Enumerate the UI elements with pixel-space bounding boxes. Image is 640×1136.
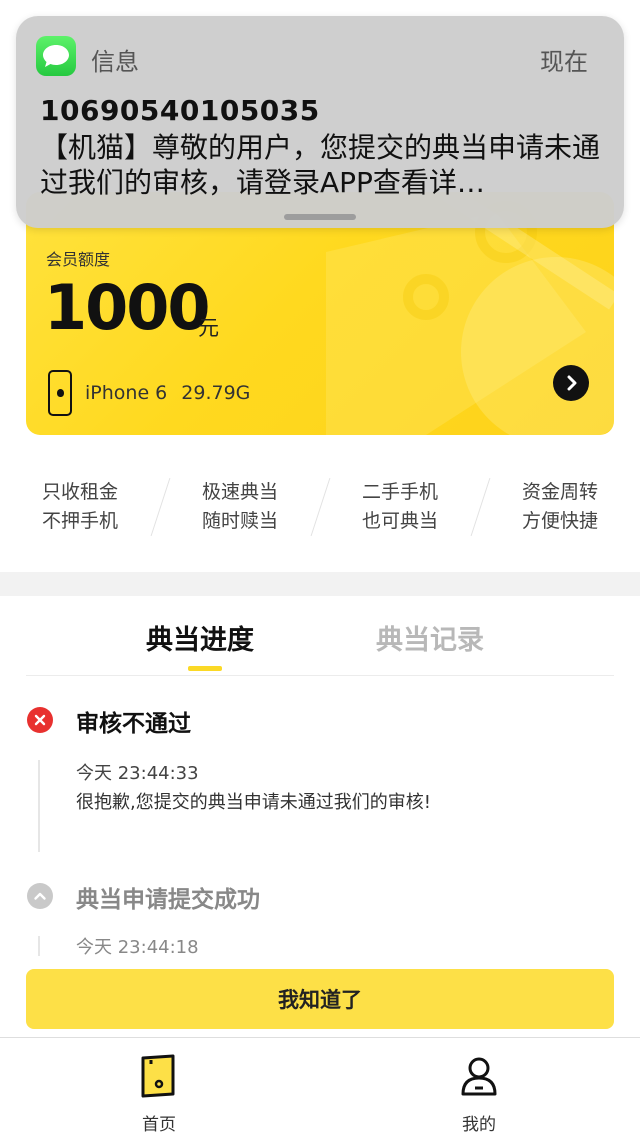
member-credit-card[interactable]: 会员额度 1000 元 iPhone 6 29.79G [26, 192, 614, 435]
feature-item: 资金周转 方便快捷 [480, 478, 640, 536]
credit-unit: 元 [198, 316, 219, 340]
messages-app-icon [36, 36, 76, 76]
feature-item: 极速典当 随时赎当 [160, 478, 320, 536]
active-tab-indicator [188, 666, 222, 671]
acknowledge-button[interactable]: 我知道了 [26, 969, 614, 1029]
feature-line1: 只收租金 [41, 481, 118, 503]
timeline-line [38, 760, 40, 852]
phone-icon [48, 370, 72, 416]
notification-body: 【机猫】尊敬的用户，您提交的典当申请未通过我们的审核，请登录APP查看详… [40, 131, 601, 199]
feature-list: 只收租金 不押手机 极速典当 随时赎当 二手手机 也可典当 资金周转 方便快捷 [0, 470, 640, 540]
tab-pawn-records[interactable]: 典当记录 [376, 618, 484, 657]
feature-line2: 也可典当 [361, 510, 438, 532]
feature-line1: 极速典当 [201, 481, 278, 503]
notification-sender: 10690540105035 [40, 94, 320, 127]
card-arrow-button[interactable] [553, 365, 589, 401]
chevron-right-icon [567, 375, 577, 391]
sms-notification-banner[interactable]: 信息 现在 10690540105035 【机猫】尊敬的用户，您提交的典当申请未… [16, 16, 624, 228]
device-model: iPhone 6 [85, 382, 168, 404]
bottom-nav: 首页 我的 [0, 1037, 640, 1136]
feature-item: 只收租金 不押手机 [0, 478, 160, 536]
device-info: iPhone 6 29.79G [85, 382, 250, 404]
nav-item-mine[interactable]: 我的 [419, 1038, 539, 1136]
notification-time: 现在 [540, 48, 588, 76]
feature-line1: 资金周转 [521, 481, 598, 503]
tab-pawn-progress[interactable]: 典当进度 [146, 618, 254, 657]
status-title-rejected: 审核不通过 [76, 711, 191, 737]
status-time: 今天 23:44:18 [76, 937, 199, 958]
page: 会员额度 1000 元 iPhone 6 29.79G 只收租金 不押手机 极速典… [0, 0, 640, 1136]
credit-amount: 1000 [44, 271, 211, 344]
chevron-up-icon [27, 883, 53, 909]
credit-label: 会员额度 [46, 250, 111, 269]
status-title-submitted: 典当申请提交成功 [76, 887, 260, 913]
timeline-line [38, 936, 40, 956]
section-separator [0, 572, 640, 596]
status-time: 今天 23:44:33 [76, 763, 199, 784]
feature-line2: 方便快捷 [521, 510, 598, 532]
tab-divider [26, 675, 614, 676]
nav-item-home[interactable]: 首页 [99, 1038, 219, 1136]
feature-item: 二手手机 也可典当 [320, 478, 480, 536]
feature-line1: 二手手机 [361, 481, 438, 503]
status-message: 很抱歉,您提交的典当申请未通过我们的审核! [76, 792, 431, 813]
nav-label-home: 首页 [142, 1115, 176, 1135]
feature-line2: 随时赎当 [201, 510, 278, 532]
notification-drag-handle[interactable] [284, 214, 356, 220]
profile-icon [461, 1057, 497, 1096]
notification-app-name: 信息 [91, 48, 139, 76]
home-phone-icon [141, 1054, 175, 1098]
nav-label-mine: 我的 [462, 1115, 496, 1135]
device-storage: 29.79G [181, 382, 251, 404]
feature-line2: 不押手机 [41, 510, 118, 532]
error-x-icon [27, 707, 53, 733]
